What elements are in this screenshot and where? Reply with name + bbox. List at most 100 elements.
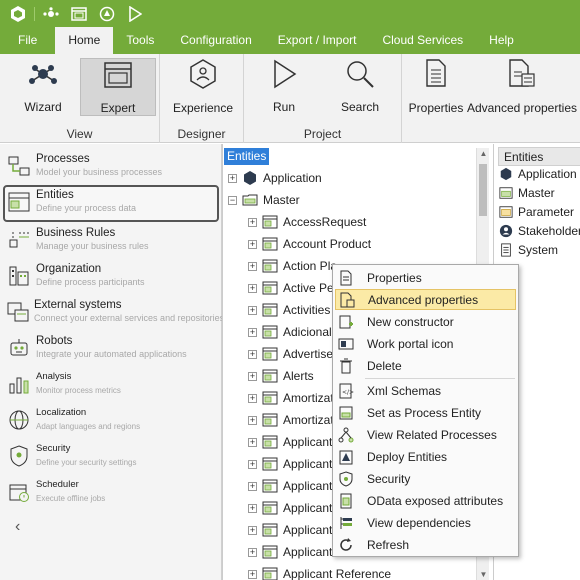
run-button[interactable]: Run xyxy=(252,58,316,114)
expand-icon[interactable]: + xyxy=(248,459,257,469)
entity-type-system[interactable]: System xyxy=(499,240,558,259)
tree-node-entity[interactable]: + Advertiser xyxy=(248,343,337,365)
entity-type-parameter[interactable]: Parameter xyxy=(499,202,574,221)
tab-help[interactable]: Help xyxy=(476,27,527,54)
nav-scheduler[interactable]: Scheduler Execute offline jobs xyxy=(6,478,218,506)
expand-icon[interactable]: + xyxy=(248,239,257,249)
scroll-down-icon[interactable]: ▼ xyxy=(477,570,490,579)
search-label: Search xyxy=(340,100,380,114)
nav-external-systems[interactable]: External systems Connect your external se… xyxy=(6,298,224,326)
tree-node-entity[interactable]: + Applicant Reference xyxy=(248,563,391,580)
tree-node-entity[interactable]: + Active Per xyxy=(248,277,338,299)
menu-item-security[interactable]: Security xyxy=(335,468,516,489)
tree-node-entity[interactable]: + Account Product xyxy=(248,233,371,255)
entity-type-application[interactable]: Application xyxy=(499,164,577,183)
menu-item-label: New constructor xyxy=(367,314,454,329)
expand-icon[interactable]: + xyxy=(248,283,257,293)
tree-node-entity[interactable]: + Amortizati xyxy=(248,387,336,409)
tree-node-entity[interactable]: + Applicant xyxy=(248,475,332,497)
tab-export-import[interactable]: Export / Import xyxy=(265,27,370,54)
search-button[interactable]: Search xyxy=(328,58,392,114)
menu-item-set-as-process-entity[interactable]: Set as Process Entity xyxy=(335,402,516,423)
tree-node-entity[interactable]: + Applicant xyxy=(248,453,332,475)
advanced-properties-button[interactable]: Advanced properties xyxy=(466,58,578,115)
entity-type-master[interactable]: Master xyxy=(499,183,555,202)
menu-item-view-dependencies[interactable]: View dependencies xyxy=(335,512,516,533)
properties-icon xyxy=(425,58,447,88)
expand-icon[interactable]: + xyxy=(248,481,257,491)
expand-icon[interactable]: + xyxy=(248,261,257,271)
tab-home[interactable]: Home xyxy=(55,27,114,54)
experience-button[interactable]: Experience xyxy=(168,58,238,115)
expand-icon[interactable]: + xyxy=(248,503,257,513)
expand-icon[interactable]: + xyxy=(248,569,257,579)
entity-type-label: System xyxy=(518,242,559,257)
tab-cloud-services[interactable]: Cloud Services xyxy=(369,27,476,54)
app-logo-icon xyxy=(4,0,32,27)
menu-item-advanced-properties[interactable]: Advanced properties xyxy=(335,289,516,310)
properties-button[interactable]: Properties xyxy=(406,58,466,115)
tab-file[interactable]: File xyxy=(0,27,55,54)
menu-item-odata-exposed-attributes[interactable]: OData exposed attributes xyxy=(335,490,516,511)
nav-localization[interactable]: Localization Adapt languages and regions xyxy=(6,406,218,434)
nav-robots[interactable]: Robots Integrate your automated applicati… xyxy=(6,334,218,362)
expand-icon[interactable]: + xyxy=(248,525,257,535)
nav-business-rules[interactable]: Business Rules Manage your business rules xyxy=(6,226,218,254)
tree-node-entity[interactable]: + Activities xyxy=(248,299,330,321)
tree-node-entity[interactable]: + Action Pla xyxy=(248,255,337,277)
menu-item-view-related-processes[interactable]: View Related Processes xyxy=(335,424,516,445)
expand-icon[interactable]: + xyxy=(248,371,257,381)
expand-icon[interactable]: + xyxy=(248,327,257,337)
tree-header[interactable]: Entities xyxy=(224,148,270,165)
expert-quick-icon[interactable] xyxy=(65,0,93,27)
expand-icon[interactable]: + xyxy=(248,547,257,557)
wizard-quick-icon[interactable] xyxy=(37,0,65,27)
entity-type-stakeholder[interactable]: Stakeholder xyxy=(499,221,580,240)
nav-security[interactable]: Security Define your security settings xyxy=(6,442,218,470)
tree-node-entity[interactable]: + Amortizati xyxy=(248,409,336,431)
tab-tools[interactable]: Tools xyxy=(113,27,167,54)
nav-processes[interactable]: Processes Model your business processes xyxy=(6,152,218,180)
master-entity-icon xyxy=(262,391,278,405)
collapse-panel-button[interactable]: ‹ xyxy=(15,518,20,536)
tree-node-entity[interactable]: + Applicant xyxy=(248,541,332,563)
odata-icon xyxy=(335,490,357,511)
expand-icon[interactable]: + xyxy=(248,437,257,447)
tree-node-entity[interactable]: + Applicant xyxy=(248,497,332,519)
tree-node-entity[interactable]: + Alerts xyxy=(248,365,314,387)
nav-analysis[interactable]: Analysis Monitor process metrics xyxy=(6,370,218,398)
tree-node-master[interactable]: − Master xyxy=(228,189,300,211)
menu-item-delete[interactable]: Delete xyxy=(335,355,516,376)
expand-icon[interactable]: + xyxy=(248,217,257,227)
expert-button[interactable]: Expert xyxy=(80,58,156,116)
expand-icon[interactable]: + xyxy=(228,173,237,183)
collapse-icon[interactable]: − xyxy=(228,195,237,205)
tree-node-application[interactable]: + Application xyxy=(228,167,322,189)
scroll-thumb[interactable] xyxy=(479,164,487,216)
tree-node-entity[interactable]: + AccessRequest xyxy=(248,211,366,233)
tab-configuration[interactable]: Configuration xyxy=(167,27,264,54)
tree-node-entity[interactable]: + Adicional xyxy=(248,321,332,343)
nav-organization[interactable]: Organization Define process participants xyxy=(6,262,218,290)
run-quick-icon[interactable] xyxy=(121,0,149,27)
expand-icon[interactable]: + xyxy=(248,349,257,359)
shield-icon xyxy=(335,468,357,489)
expand-icon[interactable]: + xyxy=(248,415,257,425)
menu-item-refresh[interactable]: Refresh xyxy=(335,534,516,555)
menu-item-properties[interactable]: Properties xyxy=(335,267,516,288)
nav-entities[interactable]: Entities Define your process data xyxy=(3,185,219,222)
menu-item-work-portal-icon[interactable]: Work portal icon xyxy=(335,333,516,354)
new-constructor-icon xyxy=(335,311,357,332)
menu-item-new-constructor[interactable]: New constructor xyxy=(335,311,516,332)
tree-node-entity[interactable]: + Applicant xyxy=(248,431,332,453)
scroll-up-icon[interactable]: ▲ xyxy=(477,149,490,158)
expand-icon[interactable]: + xyxy=(248,305,257,315)
ribbon-group-label-view: View xyxy=(66,127,93,141)
wizard-button[interactable]: Wizard xyxy=(8,58,78,114)
menu-item-xml-schemas[interactable]: </> Xml Schemas xyxy=(335,380,516,401)
folder-icon xyxy=(242,194,258,206)
experience-quick-icon[interactable] xyxy=(93,0,121,27)
tree-node-entity[interactable]: + Applicant xyxy=(248,519,332,541)
expand-icon[interactable]: + xyxy=(248,393,257,403)
menu-item-deploy-entities[interactable]: Deploy Entities xyxy=(335,446,516,467)
